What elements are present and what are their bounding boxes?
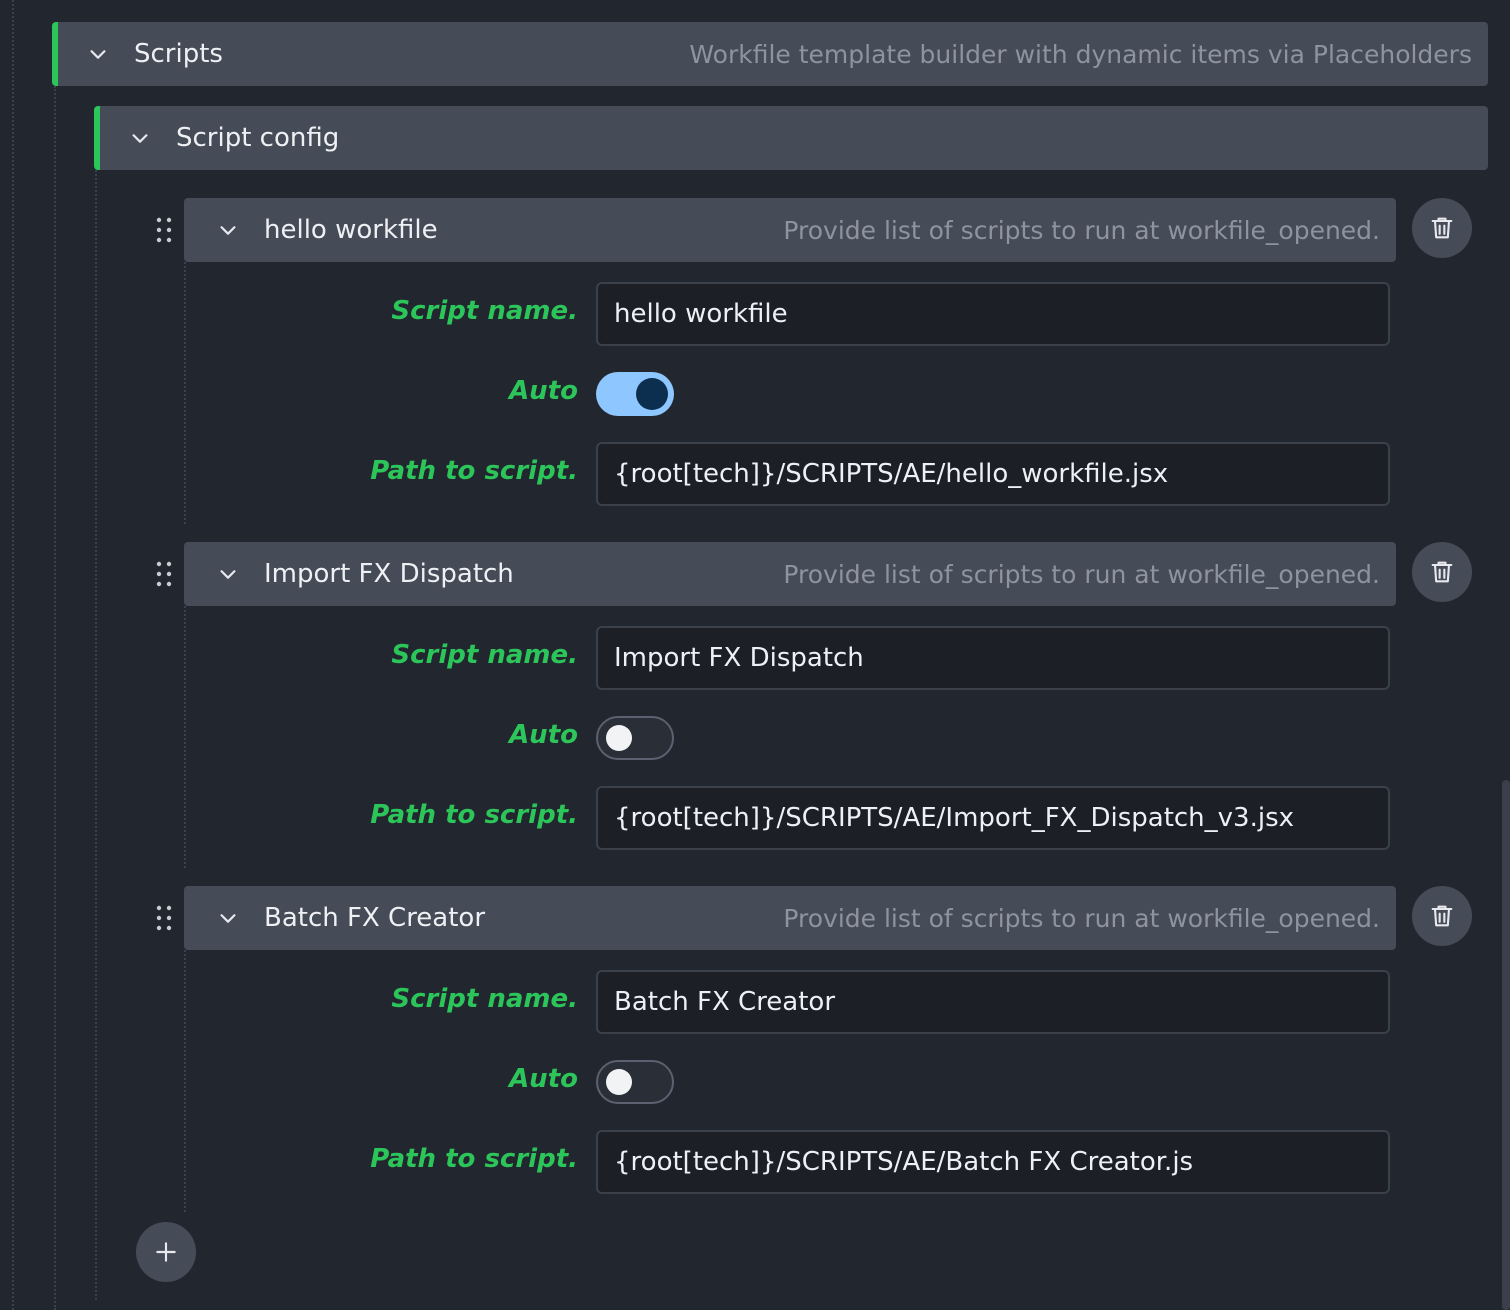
scripts-section-header[interactable]: Scripts Workfile template builder with d… xyxy=(52,22,1488,86)
toggle-knob xyxy=(636,378,668,410)
path-label: Path to script. xyxy=(370,1144,578,1174)
script-name-label: Script name. xyxy=(391,296,578,326)
chevron-down-icon[interactable] xyxy=(84,40,112,68)
chevron-down-icon[interactable] xyxy=(214,904,242,932)
config-guide-line xyxy=(95,170,97,1300)
script-item-title: Batch FX Creator xyxy=(264,903,486,933)
auto-label: Auto xyxy=(509,376,578,406)
path-input[interactable]: {root[tech]}/SCRIPTS/AE/Batch FX Creator… xyxy=(596,1130,1390,1194)
section-guide-line xyxy=(54,86,56,1310)
auto-label: Auto xyxy=(509,720,578,750)
path-input[interactable]: {root[tech]}/SCRIPTS/AE/hello_workfile.j… xyxy=(596,442,1390,506)
script-item-description: Provide list of scripts to run at workfi… xyxy=(783,559,1380,589)
scripts-section-description: Workfile template builder with dynamic i… xyxy=(689,39,1472,69)
drag-handle-icon[interactable] xyxy=(154,215,174,245)
script-name-input[interactable]: Batch FX Creator xyxy=(596,970,1390,1034)
trash-icon xyxy=(1431,905,1453,927)
item-1-guide-line xyxy=(184,262,186,524)
script-name-label: Script name. xyxy=(391,984,578,1014)
script-item-title: Import FX Dispatch xyxy=(264,559,514,589)
item-3-guide-line xyxy=(184,950,186,1212)
chevron-down-icon[interactable] xyxy=(214,560,242,588)
path-label: Path to script. xyxy=(370,800,578,830)
delete-item-button[interactable] xyxy=(1412,886,1472,946)
add-item-button[interactable] xyxy=(136,1222,196,1282)
auto-toggle[interactable] xyxy=(596,372,674,416)
script-item-title: hello workfile xyxy=(264,215,438,245)
auto-label: Auto xyxy=(509,1064,578,1094)
scripts-section-title: Scripts xyxy=(134,39,223,69)
toggle-knob xyxy=(606,725,632,751)
drag-handle-icon[interactable] xyxy=(154,903,174,933)
script-config-title: Script config xyxy=(176,123,340,153)
script-item-header[interactable]: Batch FX Creator Provide list of scripts… xyxy=(184,886,1396,950)
path-label: Path to script. xyxy=(370,456,578,486)
script-item-description: Provide list of scripts to run at workfi… xyxy=(783,215,1380,245)
chevron-down-icon[interactable] xyxy=(126,124,154,152)
auto-toggle[interactable] xyxy=(596,1060,674,1104)
item-2-guide-line xyxy=(184,606,186,868)
script-config-header[interactable]: Script config xyxy=(94,106,1488,170)
script-item-header[interactable]: Import FX Dispatch Provide list of scrip… xyxy=(184,542,1396,606)
trash-icon xyxy=(1431,561,1453,583)
script-name-input[interactable]: hello workfile xyxy=(596,282,1390,346)
scrollbar[interactable] xyxy=(1502,780,1510,1310)
path-input[interactable]: {root[tech]}/SCRIPTS/AE/Import_FX_Dispat… xyxy=(596,786,1390,850)
script-name-label: Script name. xyxy=(391,640,578,670)
script-item-description: Provide list of scripts to run at workfi… xyxy=(783,903,1380,933)
delete-item-button[interactable] xyxy=(1412,542,1472,602)
script-name-input[interactable]: Import FX Dispatch xyxy=(596,626,1390,690)
toggle-knob xyxy=(606,1069,632,1095)
auto-toggle[interactable] xyxy=(596,716,674,760)
drag-handle-icon[interactable] xyxy=(154,559,174,589)
script-item-header[interactable]: hello workfile Provide list of scripts t… xyxy=(184,198,1396,262)
trash-icon xyxy=(1431,217,1453,239)
plus-icon xyxy=(156,1242,176,1262)
outer-guide-line xyxy=(12,0,14,1310)
chevron-down-icon[interactable] xyxy=(214,216,242,244)
delete-item-button[interactable] xyxy=(1412,198,1472,258)
